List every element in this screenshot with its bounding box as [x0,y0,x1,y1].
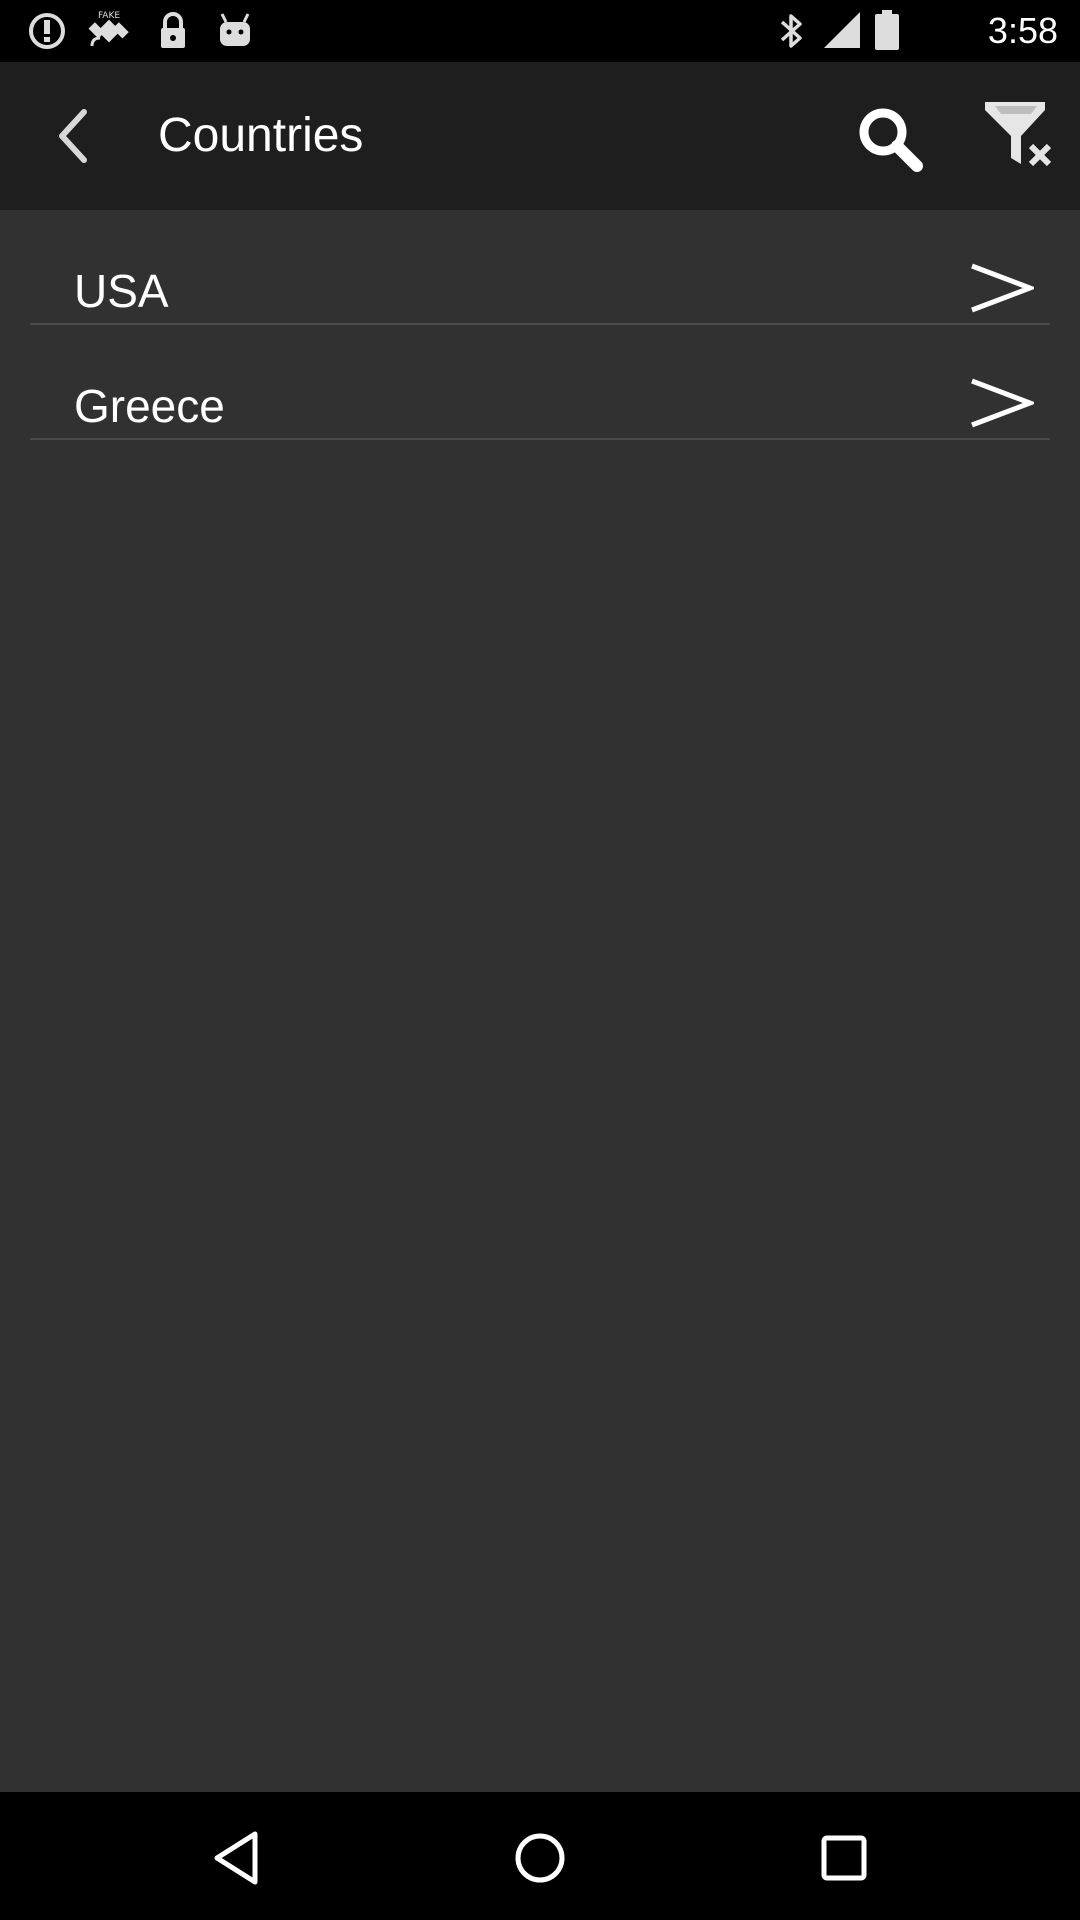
fake-gps-icon: FAKE [88,11,129,47]
chevron-right-icon [971,263,1034,313]
battery-icon [875,10,899,50]
navigation-bar [0,1792,1080,1920]
chevron-right-icon [971,378,1034,428]
list-item-usa[interactable]: USA [30,210,1050,325]
country-label: Greece [74,380,225,432]
bluetooth-icon [780,14,802,48]
app-bar: Countries [0,62,1080,210]
page-title: Countries [158,109,364,162]
country-label: USA [74,265,169,317]
recents-square-icon[interactable] [812,1826,876,1890]
back-arrow-icon[interactable] [38,92,110,180]
svg-text:FAKE: FAKE [98,11,120,21]
signal-icon [824,12,860,48]
lock-icon [161,12,185,48]
home-circle-icon[interactable] [508,1826,572,1890]
android-icon [220,13,250,46]
search-icon[interactable] [845,98,935,178]
screen: FAKE 3:58 Countries USA Greece [0,0,1080,1920]
clock-time: 3:58 [987,10,1058,51]
status-bar: FAKE 3:58 [0,0,1080,62]
countries-list: USA Greece [30,210,1050,440]
list-item-greece[interactable]: Greece [30,325,1050,440]
back-triangle-icon[interactable] [205,1826,269,1890]
clear-filter-icon[interactable] [975,98,1065,178]
alert-icon [29,13,65,49]
